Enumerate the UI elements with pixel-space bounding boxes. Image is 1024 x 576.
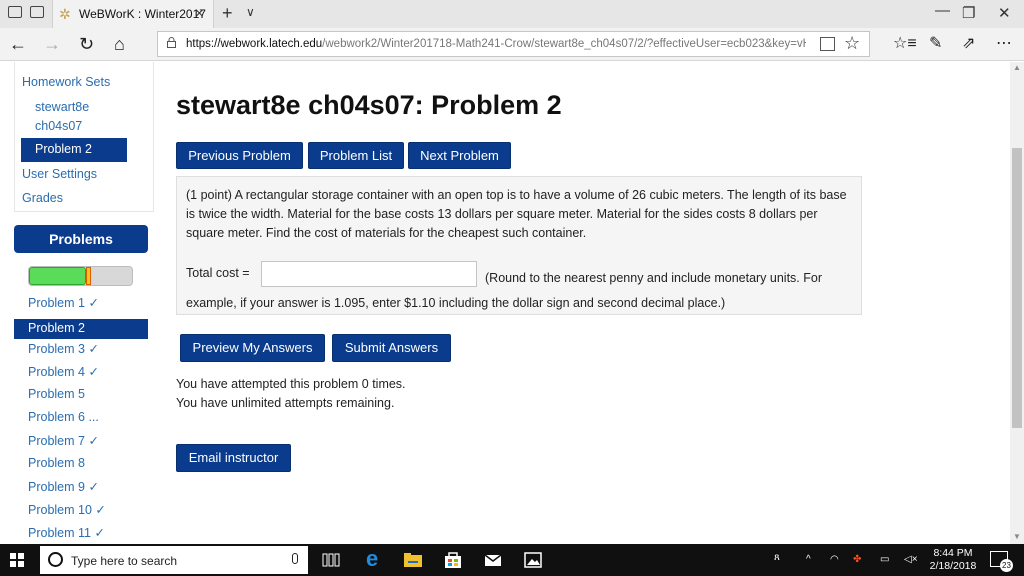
next-problem-button[interactable]: Next Problem (408, 142, 511, 169)
more-options-icon[interactable]: ⋯ (996, 34, 1012, 54)
progress-correct-fill (29, 267, 86, 285)
problems-header: Problems (14, 225, 148, 253)
back-icon[interactable]: ← (9, 34, 27, 54)
battery-icon[interactable]: ▭ (880, 554, 889, 565)
web-note-pen-icon[interactable]: ✎ (929, 34, 942, 54)
set-name-link-line2[interactable]: ch04s07 (35, 119, 82, 133)
problem-list-item[interactable]: Problem 7 ✓ (28, 433, 99, 448)
people-icon[interactable]: ጸ (774, 552, 780, 563)
minimize-icon[interactable]: — (935, 2, 950, 19)
forward-icon[interactable]: → (43, 34, 61, 54)
clock-date: 2/18/2018 (929, 560, 977, 572)
share-icon[interactable]: ⇗ (962, 34, 975, 54)
action-center-icon[interactable]: 23 (990, 551, 1013, 572)
taskbar-search-box[interactable]: Type here to search (40, 546, 308, 574)
notification-count: 23 (1000, 559, 1013, 572)
progress-bar (28, 266, 133, 286)
volume-icon[interactable]: ◁× (904, 554, 918, 565)
address-bar[interactable]: https://webwork.latech.edu/webwork2/Wint… (157, 31, 870, 57)
search-placeholder: Type here to search (71, 554, 178, 568)
problem-list-item[interactable]: Problem 3 ✓ (28, 341, 99, 356)
chevron-up-icon[interactable]: ^ (806, 554, 811, 565)
app-tray-icon[interactable]: ✤ (853, 554, 861, 565)
restore-window-icon[interactable]: ❐ (962, 4, 975, 22)
set-aside-tabs-icon[interactable] (8, 6, 22, 18)
url-host: https://webwork.latech.edu (186, 38, 323, 50)
problem-list-item-active[interactable]: Problem 2 (14, 319, 148, 339)
chevron-down-icon[interactable]: ∨ (246, 5, 255, 19)
set-name-link-line1[interactable]: stewart8e (35, 100, 89, 114)
previous-problem-button[interactable]: Previous Problem (176, 142, 303, 169)
preview-answers-button[interactable]: Preview My Answers (180, 334, 325, 362)
page-scrollbar[interactable]: ▲ ▼ (1010, 62, 1024, 544)
webwork-page: Homework Sets stewart8e ch04s07 Problem … (0, 62, 1010, 544)
lock-icon (167, 37, 176, 48)
windows-taskbar: Type here to search e ጸ ^ ◠ ✤ ▭ ◁× 8:44 … (0, 544, 1024, 576)
reading-view-icon[interactable] (820, 37, 835, 51)
url-text: https://webwork.latech.edu/webwork2/Wint… (186, 38, 806, 50)
problem-list-item[interactable]: Problem 11 ✓ (28, 525, 105, 540)
problem-list-item[interactable]: Problem 4 ✓ (28, 364, 99, 379)
attempts-count-text: You have attempted this problem 0 times. (176, 377, 406, 391)
problem-list-button[interactable]: Problem List (308, 142, 404, 169)
submit-answers-button[interactable]: Submit Answers (332, 334, 451, 362)
taskbar-clock[interactable]: 8:44 PM 2/18/2018 (928, 547, 978, 573)
url-path: /webwork2/Winter201718-Math241-Crow/stew… (322, 38, 806, 50)
browser-tab[interactable]: ✲ WeBWorK : Winter2017 × (52, 0, 214, 28)
clock-time: 8:44 PM (933, 547, 973, 559)
windows-start-icon[interactable] (10, 553, 24, 567)
problem-list-item[interactable]: Problem 5 (28, 387, 85, 401)
cortana-icon (48, 552, 63, 567)
attempts-remaining-text: You have unlimited attempts remaining. (176, 396, 395, 410)
problem-list-item[interactable]: Problem 1 ✓ (28, 295, 99, 310)
problem-list-item[interactable]: Problem 6 ... (28, 410, 99, 424)
user-settings-link[interactable]: User Settings (22, 167, 97, 181)
tab-preview-icon[interactable] (30, 6, 44, 18)
photos-icon[interactable] (523, 550, 543, 570)
close-window-icon[interactable]: ✕ (998, 4, 1011, 22)
store-icon[interactable] (443, 550, 463, 570)
problem-box: (1 point) A rectangular storage containe… (176, 176, 862, 315)
favorites-hub-icon[interactable]: ☆≡ (893, 34, 917, 54)
problem-list-item[interactable]: Problem 10 ✓ (28, 502, 106, 517)
mail-icon[interactable] (483, 550, 503, 570)
grades-link[interactable]: Grades (22, 191, 63, 205)
progress-partial-fill (86, 267, 91, 285)
tab-title: WeBWorK : Winter2017 (79, 7, 206, 21)
total-cost-input[interactable] (261, 261, 477, 287)
problem-statement: (1 point) A rectangular storage containe… (186, 188, 847, 240)
home-icon[interactable]: ⌂ (114, 34, 125, 54)
sidebar-current-problem[interactable]: Problem 2 (21, 138, 127, 162)
favorite-star-icon[interactable]: ☆ (844, 33, 860, 54)
browser-navbar: ← → ↻ ⌂ https://webwork.latech.edu/webwo… (0, 28, 1024, 61)
webwork-favicon-icon: ✲ (59, 6, 71, 22)
microphone-icon[interactable] (292, 553, 298, 564)
problem-list-item[interactable]: Problem 8 (28, 456, 85, 470)
scroll-up-icon[interactable]: ▲ (1013, 63, 1021, 72)
file-explorer-icon[interactable] (403, 550, 423, 570)
wifi-icon[interactable]: ◠ (830, 554, 839, 565)
scroll-down-icon[interactable]: ▼ (1013, 532, 1021, 541)
new-tab-button[interactable]: + (222, 3, 233, 24)
answer-label: Total cost = (186, 266, 250, 280)
edge-browser-icon[interactable]: e (366, 546, 386, 571)
email-instructor-button[interactable]: Email instructor (176, 444, 291, 472)
refresh-icon[interactable]: ↻ (79, 34, 94, 54)
page-title: stewart8e ch04s07: Problem 2 (176, 90, 562, 120)
homework-sets-link[interactable]: Homework Sets (22, 75, 110, 89)
task-view-icon[interactable] (321, 550, 341, 570)
close-tab-icon[interactable]: × (195, 5, 204, 22)
browser-titlebar: ✲ WeBWorK : Winter2017 × + ∨ — ❐ ✕ (0, 0, 1024, 28)
problem-list-item[interactable]: Problem 9 ✓ (28, 479, 99, 494)
scrollbar-thumb[interactable] (1012, 148, 1022, 428)
